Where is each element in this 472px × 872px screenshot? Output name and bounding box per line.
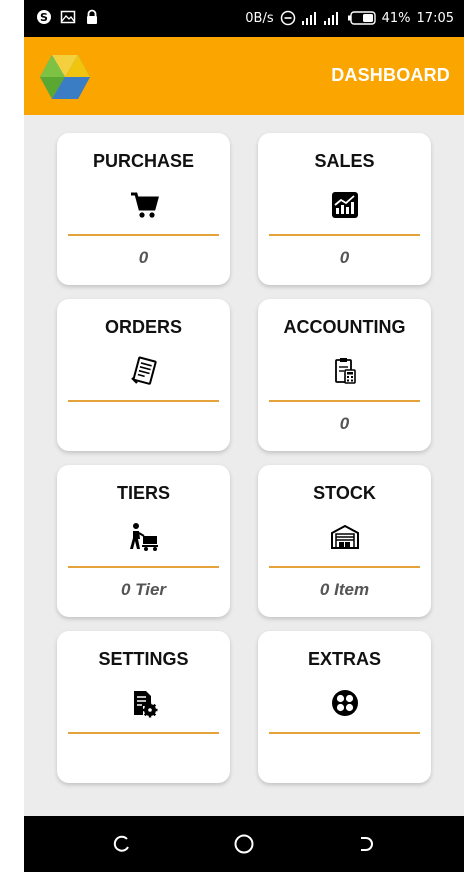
card-divider — [269, 400, 420, 402]
card-stock[interactable]: STOCK 0 Item — [258, 465, 431, 617]
card-value: 0 — [138, 248, 149, 267]
recents-icon — [361, 837, 373, 851]
extras-grid-icon — [258, 687, 431, 719]
card-label: EXTRAS — [307, 649, 381, 669]
card-divider — [68, 732, 219, 734]
card-divider — [68, 566, 219, 568]
dnd-icon — [280, 10, 295, 26]
system-nav-bar — [24, 816, 464, 872]
warehouse-icon — [258, 521, 431, 553]
status-left-icons: S — [36, 9, 100, 25]
battery-percent: 41% — [381, 10, 411, 26]
battery-icon — [347, 11, 376, 25]
card-label: SALES — [314, 151, 375, 171]
card-value: 0 — [339, 414, 350, 433]
card-divider — [269, 732, 420, 734]
svg-text:S: S — [40, 11, 48, 24]
status-right: 0B/s 41% 17:05 — [245, 10, 454, 26]
card-purchase[interactable]: PURCHASE 0 — [57, 133, 230, 285]
card-settings[interactable]: SETTINGS — [57, 631, 230, 783]
network-speed: 0B/s — [245, 10, 274, 26]
card-extras[interactable]: EXTRAS — [258, 631, 431, 783]
app-bar: DASHBOARD — [24, 37, 464, 115]
card-tiers[interactable]: TIERS 0 Tier — [57, 465, 230, 617]
card-label: PURCHASE — [92, 151, 194, 171]
signal-icon — [301, 12, 338, 25]
card-divider — [269, 566, 420, 568]
card-accounting[interactable]: ACCOUNTING 0 — [258, 299, 431, 451]
back-button[interactable] — [110, 832, 134, 856]
settings-document-gear-icon — [57, 687, 230, 719]
card-label: ORDERS — [104, 317, 182, 337]
card-divider — [68, 234, 219, 236]
home-icon — [234, 834, 254, 854]
cart-icon — [57, 189, 230, 221]
card-divider — [269, 234, 420, 236]
app-logo[interactable] — [40, 53, 90, 101]
card-value: 0 Tier — [120, 580, 167, 599]
clock: 17:05 — [416, 10, 454, 26]
card-orders[interactable]: ORDERS — [57, 299, 230, 451]
accounting-icon — [258, 355, 431, 387]
card-label: TIERS — [116, 483, 170, 503]
card-label: ACCOUNTING — [283, 317, 406, 337]
card-divider — [68, 400, 219, 402]
card-label: SETTINGS — [98, 649, 189, 669]
card-value: 0 — [339, 248, 350, 267]
orders-document-icon — [57, 355, 230, 387]
status-bar: S 0B/s 41% 17:05 — [24, 0, 464, 37]
image-icon — [60, 10, 76, 24]
home-button[interactable] — [232, 832, 256, 856]
lock-icon — [87, 9, 97, 24]
back-icon — [113, 835, 129, 852]
page-title: DASHBOARD — [331, 65, 450, 85]
sales-chart-icon — [258, 189, 431, 221]
phone-screen: S 0B/s 41% 17:05 DASHBOARD PURCHASE 0 SA… — [24, 0, 464, 872]
card-sales[interactable]: SALES 0 — [258, 133, 431, 285]
skype-icon: S — [37, 10, 51, 24]
card-value: 0 Item — [319, 580, 370, 599]
card-label: STOCK — [313, 483, 376, 503]
recents-button[interactable] — [354, 832, 378, 856]
tiers-person-cart-icon — [57, 521, 230, 553]
